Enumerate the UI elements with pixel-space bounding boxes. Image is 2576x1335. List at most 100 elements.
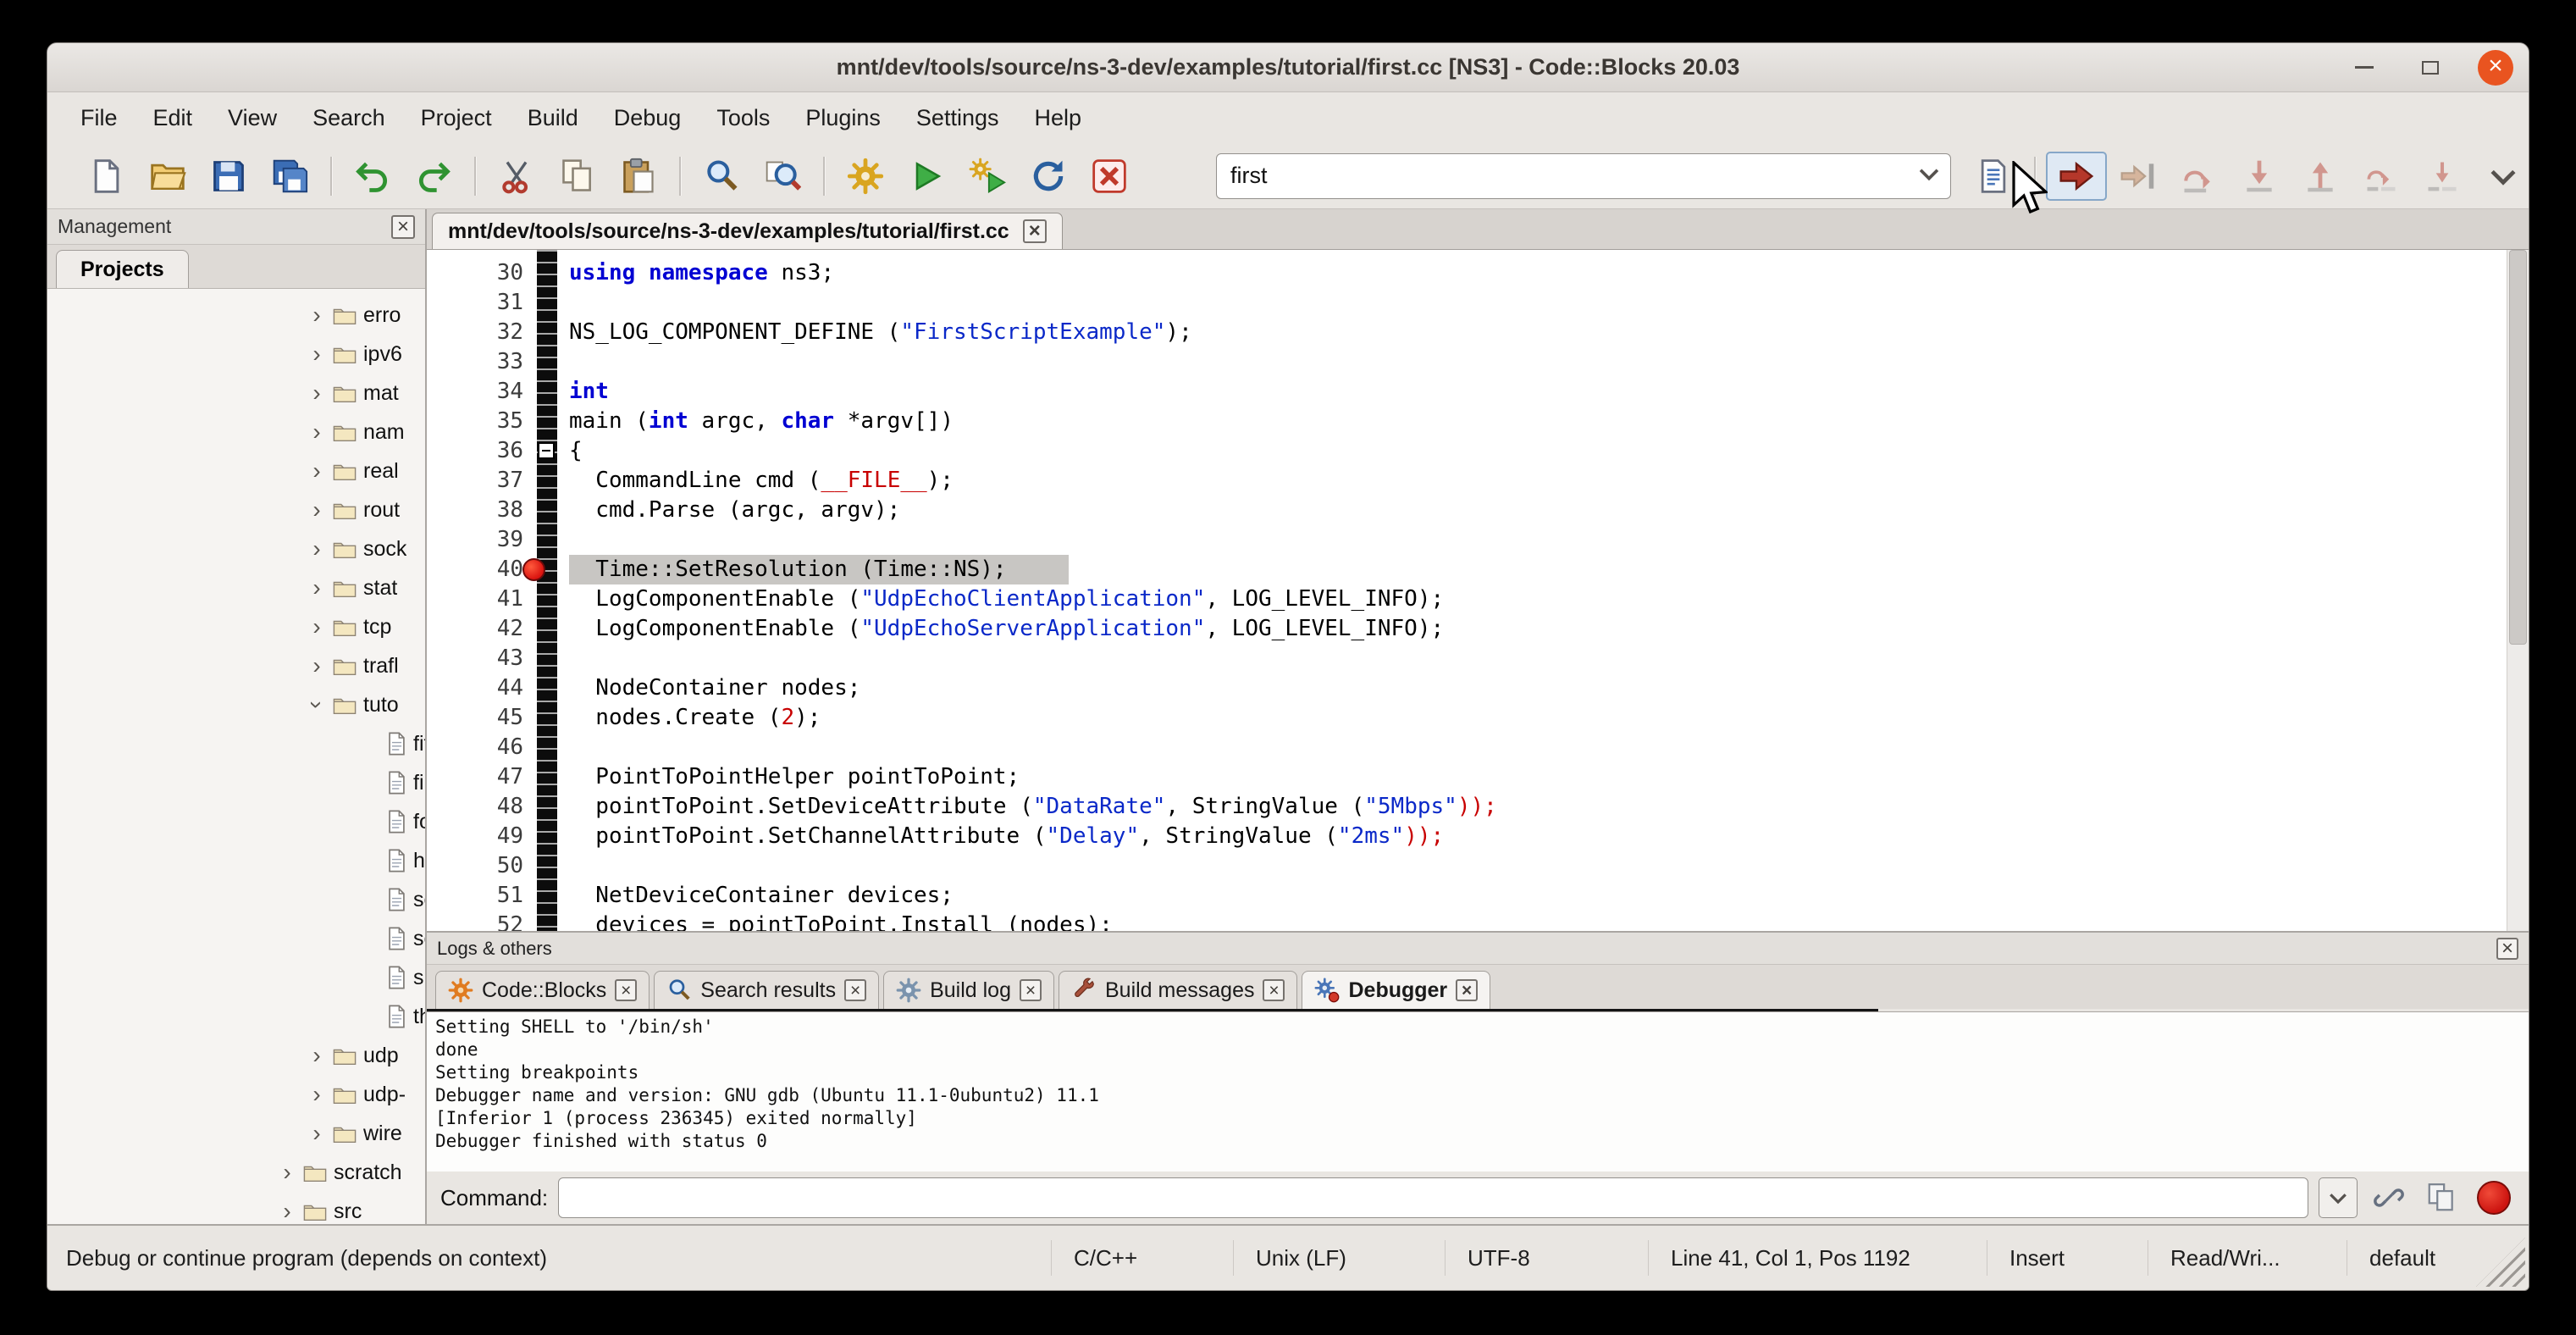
chevron-right-icon[interactable]: › [273,1159,301,1186]
next-instruction-button[interactable] [2351,152,2412,201]
open-file-button[interactable] [137,152,198,201]
chevron-right-icon[interactable]: › [302,613,331,640]
line-number[interactable]: 30 [427,258,537,288]
step-out-button[interactable] [2290,152,2351,201]
line-number[interactable]: 39 [427,525,537,555]
tree-item-sock[interactable]: ›sock [47,529,425,568]
redo-button[interactable] [403,152,464,201]
command-input[interactable] [558,1177,2308,1218]
chevron-right-icon[interactable]: › [302,457,331,485]
tree-item-rout[interactable]: ›rout [47,490,425,529]
tree-item-six[interactable]: six [47,958,425,997]
scrollbar-thumb[interactable] [2509,250,2527,645]
tree-item-tuto[interactable]: ›tuto [47,685,425,724]
tree-item-scratch[interactable]: ›scratch [47,1153,425,1192]
close-button[interactable]: × [2478,50,2513,86]
line-number[interactable]: 45 [427,703,537,733]
abort-button[interactable] [1079,152,1140,201]
menu-view[interactable]: View [210,92,295,143]
tree-item-src[interactable]: ›src [47,1192,425,1224]
menu-settings[interactable]: Settings [898,92,1017,143]
line-number[interactable]: 48 [427,792,537,822]
editor-tab-first-cc[interactable]: mnt/dev/tools/source/ns-3-dev/examples/t… [432,213,1063,249]
tree-item-he[interactable]: he [47,841,425,880]
line-number[interactable]: 43 [427,644,537,673]
tree-item-se[interactable]: se [47,880,425,919]
copy-log-button[interactable] [2420,1177,2463,1218]
line-number[interactable]: 51 [427,881,537,911]
line-number[interactable]: 46 [427,733,537,762]
chevron-right-icon[interactable]: › [302,1042,331,1069]
code-editor[interactable]: 3031323334353637383940414243444546474849… [427,250,2529,931]
menu-build[interactable]: Build [510,92,596,143]
menu-edit[interactable]: Edit [135,92,211,143]
chevron-right-icon[interactable]: › [302,341,331,368]
tab-close-button[interactable]: × [1456,979,1478,1001]
chevron-right-icon[interactable]: › [302,652,331,679]
paste-button[interactable] [608,152,669,201]
menu-help[interactable]: Help [1016,92,1099,143]
tree-item-trafl[interactable]: ›trafl [47,646,425,685]
line-number[interactable]: 32 [427,318,537,347]
editor-scrollbar[interactable] [2507,250,2529,931]
tree-item-ipv6[interactable]: ›ipv6 [47,335,425,374]
tree-item-mat[interactable]: ›mat [47,374,425,413]
editor-tab-close-button[interactable]: × [1023,219,1047,243]
tab-close-button[interactable]: × [615,979,637,1001]
code-area[interactable]: using namespace ns3;NS_LOG_COMPONENT_DEF… [557,250,2529,931]
tree-item-fo[interactable]: fo [47,802,425,841]
line-number[interactable]: 41 [427,584,537,614]
chevron-right-icon[interactable]: › [302,302,331,329]
line-number[interactable]: 34 [427,377,537,407]
maximize-button[interactable] [2412,49,2449,86]
chevron-down-icon[interactable] [1915,159,1943,192]
minimize-button[interactable] [2346,49,2383,86]
menu-search[interactable]: Search [295,92,403,143]
new-file-button[interactable] [76,152,137,201]
chevron-right-icon[interactable]: › [302,574,331,601]
stop-debugger-button[interactable] [2473,1177,2515,1218]
tree-item-se[interactable]: se [47,919,425,958]
copy-button[interactable] [547,152,608,201]
chevron-right-icon[interactable]: › [302,1081,331,1108]
tab-close-button[interactable]: × [1263,979,1285,1001]
tab-close-button[interactable]: × [1020,979,1042,1001]
fold-marker-icon[interactable] [538,442,555,459]
menu-debug[interactable]: Debug [596,92,699,143]
menu-plugins[interactable]: Plugins [788,92,898,143]
line-number[interactable]: 35 [427,407,537,436]
search-combobox[interactable] [1216,153,1951,199]
find-button[interactable] [691,152,752,201]
tab-build-log[interactable]: Build log× [883,971,1054,1009]
tree-item-erro[interactable]: ›erro [47,296,425,335]
search-input[interactable] [1230,163,1915,189]
tree-item-real[interactable]: ›real [47,451,425,490]
line-number[interactable]: 40 [427,555,537,584]
line-number[interactable]: 49 [427,822,537,851]
title-bar[interactable]: mnt/dev/tools/source/ns-3-dev/examples/t… [47,43,2529,92]
line-number[interactable]: 42 [427,614,537,644]
menu-project[interactable]: Project [403,92,510,143]
line-number[interactable]: 50 [427,851,537,881]
tree-item-udp-[interactable]: ›udp- [47,1075,425,1114]
replace-button[interactable] [752,152,813,201]
logs-close-button[interactable]: × [2496,938,2518,960]
run-button[interactable] [896,152,957,201]
tree-item-nam[interactable]: ›nam [47,413,425,451]
line-number[interactable]: 44 [427,673,537,703]
tree-item-fif[interactable]: fif [47,724,425,763]
debugger-output[interactable]: Setting SHELL to '/bin/sh'doneSetting br… [427,1011,2529,1172]
tree-item-fir[interactable]: fir [47,763,425,802]
breakpoint-icon[interactable] [522,558,545,581]
tree-item-tcp[interactable]: ›tcp [47,607,425,646]
step-into-button[interactable] [2229,152,2290,201]
tab-search-results[interactable]: Search results× [654,971,879,1009]
line-number[interactable]: 37 [427,466,537,496]
tree-item-stat[interactable]: ›stat [47,568,425,607]
attach-log-button[interactable] [2368,1177,2410,1218]
line-number[interactable]: 52 [427,911,537,931]
toolbar-overflow-button[interactable] [2473,152,2529,201]
tree-item-th[interactable]: th [47,997,425,1036]
step-into-instruction-button[interactable] [2412,152,2473,201]
line-number[interactable]: 38 [427,496,537,525]
